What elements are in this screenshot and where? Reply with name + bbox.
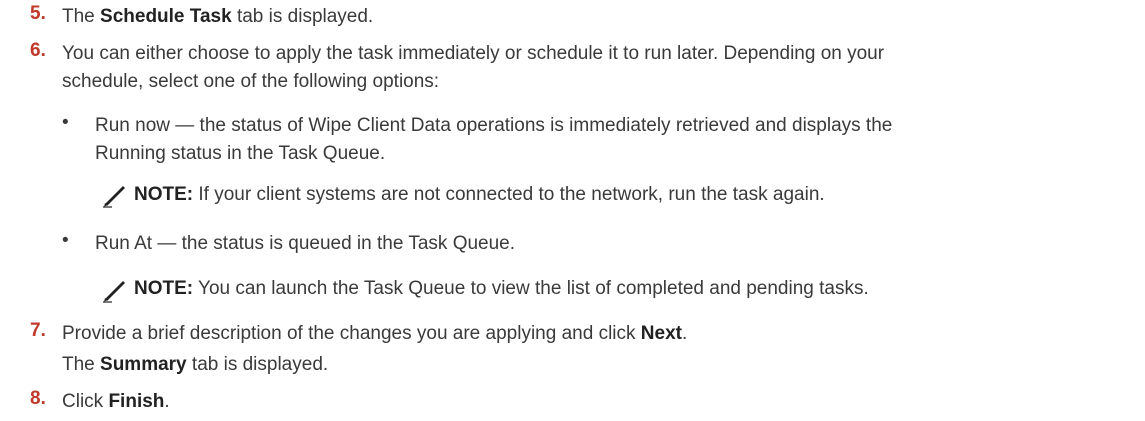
step-number: 8.: [30, 388, 46, 409]
step-number: 7.: [30, 320, 46, 341]
ui-term: Schedule Task: [100, 6, 232, 27]
pencil-note-icon: [103, 281, 125, 303]
ui-term: Finish: [108, 391, 165, 412]
note-text: NOTE: You can launch the Task Queue to v…: [134, 278, 869, 299]
step-text: You can either choose to apply the task …: [62, 43, 885, 92]
ui-term: Summary: [100, 354, 187, 375]
note-text: NOTE: If your client systems are not con…: [134, 184, 825, 205]
step-text: Click Finish.: [62, 391, 170, 412]
step-text: The Summary tab is displayed.: [62, 354, 329, 375]
option-text: Run now — the status of Wipe Client Data…: [95, 115, 893, 164]
bullet-icon: •: [62, 112, 69, 133]
instruction-page: 5. The Schedule Task tab is displayed. 6…: [0, 0, 1145, 421]
ui-term: Next: [640, 323, 682, 344]
step-text: Provide a brief description of the chang…: [62, 323, 688, 344]
step-number: 5.: [30, 3, 46, 24]
step-text: The Schedule Task tab is displayed.: [62, 6, 374, 27]
option-text: Run At — the status is queued in the Tas…: [95, 233, 516, 254]
pencil-note-icon: [103, 186, 125, 208]
step-number: 6.: [30, 40, 46, 61]
bullet-icon: •: [62, 230, 69, 251]
